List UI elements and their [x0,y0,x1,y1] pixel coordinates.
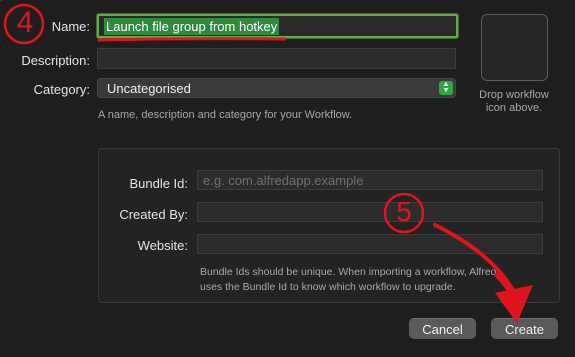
created-by-label: Created By: [119,207,188,222]
cancel-button[interactable]: Cancel [409,318,476,339]
form-hint: A name, description and category for you… [98,109,353,121]
icon-drop-hint-line1: Drop workflow [479,89,549,101]
description-field[interactable] [97,48,456,69]
icon-drop-hint: Drop workflow icon above. [466,89,562,115]
icon-drop-hint-line2: icon above. [485,102,543,114]
category-select[interactable]: Uncategorised ▲ ▼ [97,78,456,98]
name-field[interactable]: Launch file group from hotkey [97,14,458,38]
workflow-icon-drop-zone[interactable] [481,14,548,81]
bundle-id-hint-line2: uses the Bundle Id to know which workflo… [200,281,456,293]
bundle-id-label: Bundle Id: [129,176,188,191]
description-label: Description: [21,53,90,68]
created-by-field[interactable] [197,202,543,222]
website-field[interactable] [197,234,543,254]
create-button[interactable]: Create [491,318,558,339]
name-label: Name: [51,19,90,34]
website-label: Website: [137,238,188,253]
category-label: Category: [33,82,90,97]
name-value: Launch file group from hotkey [104,17,280,35]
bundle-id-field[interactable]: e.g. com.alfredapp.example [197,170,543,190]
bundle-id-placeholder: e.g. com.alfredapp.example [203,172,364,188]
category-value: Uncategorised [107,80,191,96]
bundle-id-hint-line1: Bundle Ids should be unique. When import… [200,266,497,278]
bundle-id-hint: Bundle Ids should be unique. When import… [200,265,497,295]
up-down-chevrons-icon: ▲ ▼ [439,81,453,95]
